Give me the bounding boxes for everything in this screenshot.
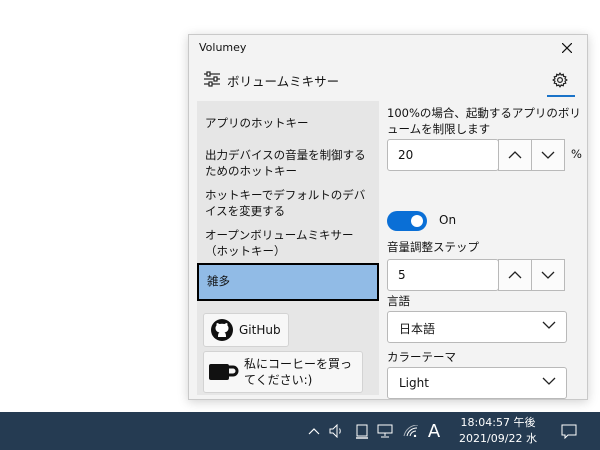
wifi-icon <box>403 425 419 437</box>
wifi-tray-button[interactable] <box>400 412 422 450</box>
chevron-up-icon <box>508 271 522 279</box>
window-title: Volumey <box>199 41 247 54</box>
volume-limit-decrease-button[interactable] <box>531 139 565 171</box>
nav-item-output-device-hotkeys[interactable]: 出力デバイスの音量を制御するためのホットキー <box>205 147 375 179</box>
network-icon <box>377 424 393 438</box>
settings-nav: アプリのホットキー 出力デバイスの音量を制御するためのホットキー ホットキーでデ… <box>197 101 379 395</box>
settings-window: Volumey ボリュームミキサー アプリのホットキー 出力デバイスの音量を制御… <box>188 34 588 400</box>
ime-mode-indicator[interactable]: A <box>424 412 444 450</box>
chevron-down-icon <box>542 321 556 329</box>
speaker-icon <box>329 424 341 438</box>
coffee-cup-icon <box>209 364 239 380</box>
nav-item-app-hotkeys[interactable]: アプリのホットキー <box>205 115 375 131</box>
close-button[interactable] <box>547 35 587 61</box>
volume-step-increase-button[interactable] <box>498 259 532 291</box>
close-icon <box>562 43 572 53</box>
clock-date: 2021/09/22 水 <box>459 432 537 445</box>
nav-item-default-device-hotkeys[interactable]: ホットキーでデフォルトのデバイスを変更する <box>205 187 375 219</box>
color-theme-value: Light <box>399 376 429 390</box>
network-tray-button[interactable] <box>374 412 396 450</box>
sliders-icon <box>204 71 220 87</box>
github-icon <box>211 319 233 341</box>
chevron-up-icon <box>508 151 522 159</box>
volume-step-decrease-button[interactable] <box>531 259 565 291</box>
github-label: GitHub <box>239 323 281 337</box>
show-hidden-icons-button[interactable] <box>306 412 322 450</box>
volume-limit-unit: % <box>571 147 582 161</box>
action-center-button[interactable] <box>556 412 582 450</box>
chevron-down-icon <box>541 151 555 159</box>
color-theme-label: カラーテーマ <box>387 350 456 364</box>
color-theme-select[interactable]: Light <box>387 367 567 399</box>
notification-icon <box>561 424 577 439</box>
buy-coffee-button[interactable]: 私にコーヒーを買ってください:) <box>203 351 363 393</box>
nav-item-open-mixer-hotkey[interactable]: オープンボリュームミキサー（ホットキー） <box>205 227 375 259</box>
language-label: 言語 <box>387 294 410 308</box>
language-value: 日本語 <box>399 322 436 336</box>
clock[interactable]: 18:04:57 午後 2021/09/22 水 <box>452 415 544 447</box>
taskbar: A 18:04:57 午後 2021/09/22 水 <box>0 412 600 450</box>
coffee-label: 私にコーヒーを買ってください:) <box>244 357 353 387</box>
language-select[interactable]: 日本語 <box>387 311 567 343</box>
github-button[interactable]: GitHub <box>203 313 289 347</box>
volume-mixer-tab[interactable]: ボリュームミキサー <box>227 71 339 90</box>
volume-limit-input[interactable]: 20 <box>387 139 499 171</box>
toggle-state-label: On <box>439 213 457 227</box>
toggle-knob <box>411 215 423 227</box>
chevron-down-icon <box>541 271 555 279</box>
tablet-tray-button[interactable] <box>352 412 372 450</box>
chevron-down-icon <box>542 377 556 385</box>
volume-tray-button[interactable] <box>326 412 348 450</box>
volume-step-label: 音量調整ステップ <box>387 240 479 254</box>
tablet-icon <box>356 424 368 439</box>
nav-item-misc[interactable]: 雑多 <box>197 263 379 301</box>
volume-step-input[interactable]: 5 <box>387 259 499 291</box>
settings-button[interactable] <box>547 67 573 93</box>
gear-icon <box>552 72 568 88</box>
chevron-up-icon <box>308 427 320 434</box>
clock-time: 18:04:57 午後 <box>460 416 536 429</box>
volume-limit-label: 100%の場合、起動するアプリのボリュームを制限します <box>387 106 581 136</box>
volume-limit-toggle[interactable] <box>387 211 427 231</box>
header: ボリュームミキサー <box>189 61 587 101</box>
selected-tab-indicator <box>547 95 575 97</box>
volume-limit-increase-button[interactable] <box>498 139 532 171</box>
title-bar: Volumey <box>189 35 587 61</box>
